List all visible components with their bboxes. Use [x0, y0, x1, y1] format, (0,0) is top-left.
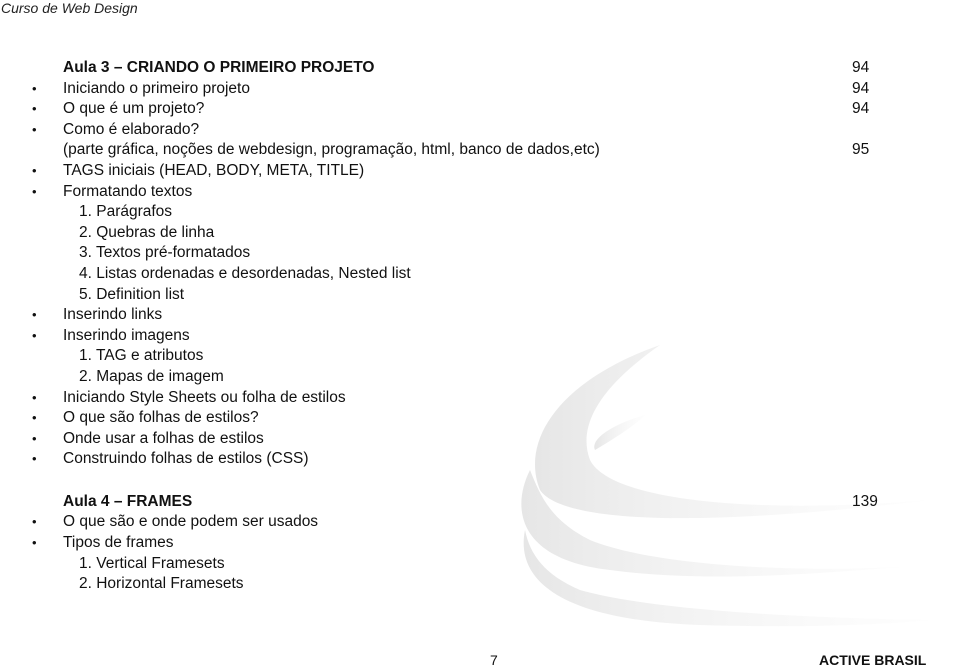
- toc-item-text: Inserindo links: [63, 306, 163, 324]
- footer-page-number: 7: [490, 652, 498, 668]
- toc-subitem: 2. Quebras de linha: [0, 223, 960, 244]
- bullet-icon: •: [32, 451, 37, 467]
- toc-item-text: 2. Horizontal Framesets: [79, 575, 244, 593]
- toc-item-page-number: 94: [852, 79, 870, 97]
- toc-subitem: 1. Parágrafos: [0, 202, 960, 223]
- bullet-icon: •: [32, 535, 37, 551]
- toc-item-page-number: 95: [852, 141, 870, 159]
- toc-item: • Iniciando Style Sheets ou folha de esti…: [0, 388, 960, 409]
- bullet-icon: •: [32, 121, 37, 137]
- toc-item-text: Iniciando o primeiro projeto: [63, 79, 250, 97]
- toc-item: • Onde usar a folhas de estilos: [0, 429, 960, 450]
- table-of-contents: Aula 3 – CRIANDO O PRIMEIRO PROJETO 94 • In…: [0, 58, 960, 595]
- toc-item-text: 3. Textos pré-formatados: [79, 244, 251, 262]
- toc-item-page-number: 94: [852, 100, 870, 118]
- toc-item: • Inserindo links: [0, 305, 960, 326]
- toc-subitem: 2. Horizontal Framesets: [0, 574, 960, 595]
- toc-item: • Como é elaborado?: [0, 120, 960, 141]
- section-heading-text: Aula 4 – FRAMES: [63, 492, 193, 510]
- toc-item-text: O que são folhas de estilos?: [63, 409, 259, 427]
- footer-brand: ACTIVE BRASIL: [819, 652, 927, 668]
- bullet-icon: •: [32, 410, 37, 426]
- toc-subitem: 5. Definition list: [0, 285, 960, 306]
- toc-item: • Iniciando o primeiro projeto 94: [0, 79, 960, 100]
- toc-item-text: 5. Definition list: [79, 285, 185, 303]
- toc-item-text: 4. Listas ordenadas e desordenadas, Nest…: [79, 264, 411, 282]
- toc-item: • Tipos de frames: [0, 533, 960, 554]
- section-page-number: 139: [852, 492, 878, 510]
- bullet-icon: •: [32, 101, 37, 117]
- toc-item: • Construindo folhas de estilos (CSS): [0, 449, 960, 470]
- toc-item: • Inserindo imagens: [0, 326, 960, 347]
- section-page-number: 94: [852, 59, 870, 76]
- toc-item-text: TAGS iniciais (HEAD, BODY, META, TITLE): [63, 161, 365, 179]
- toc-item-text: 2. Mapas de imagem: [79, 367, 224, 385]
- toc-item-text: Formatando textos: [63, 182, 193, 200]
- section-heading-text: Aula 3 – CRIANDO O PRIMEIRO PROJETO: [63, 59, 375, 76]
- toc-subitem: 4. Listas ordenadas e desordenadas, Nest…: [0, 264, 960, 285]
- toc-item: • TAGS iniciais (HEAD, BODY, META, TITLE): [0, 161, 960, 182]
- toc-item-text: O que são e onde podem ser usados: [63, 513, 319, 531]
- bullet-icon: •: [32, 80, 37, 96]
- toc-item: • Formatando textos: [0, 182, 960, 203]
- toc-item-text: Construindo folhas de estilos (CSS): [63, 450, 309, 468]
- bullet-icon: •: [32, 307, 37, 323]
- toc-item-text: Onde usar a folhas de estilos: [63, 429, 264, 447]
- toc-item-text: Inserindo imagens: [63, 326, 190, 344]
- bullet-icon: •: [32, 514, 37, 530]
- bullet-icon: •: [32, 183, 37, 199]
- toc-item-text: 1. Vertical Framesets: [79, 554, 225, 572]
- toc-item-text: 1. TAG e atributos: [79, 347, 204, 365]
- toc-item: • O que são e onde podem ser usados: [0, 512, 960, 533]
- toc-item-text: (parte gráfica, noções de webdesign, pro…: [63, 141, 600, 159]
- toc-subitem: 1. Vertical Framesets: [0, 554, 960, 575]
- toc-subitem: 1. TAG e atributos: [0, 346, 960, 367]
- toc-item-text: Tipos de frames: [63, 534, 174, 552]
- bullet-icon: •: [32, 430, 37, 446]
- toc-item-text: 2. Quebras de linha: [79, 223, 215, 241]
- toc-item: (parte gráfica, noções de webdesign, pro…: [0, 140, 960, 161]
- toc-subitem: 2. Mapas de imagem: [0, 367, 960, 388]
- toc-item: • O que são folhas de estilos?: [0, 408, 960, 429]
- section-heading: Aula 3 – CRIANDO O PRIMEIRO PROJETO 94: [0, 58, 960, 79]
- section-heading: Aula 4 – FRAMES 139: [0, 492, 960, 513]
- toc-item: • O que é um projeto? 94: [0, 99, 960, 120]
- bullet-icon: •: [32, 389, 37, 405]
- bullet-icon: •: [32, 162, 37, 178]
- toc-item-text: Iniciando Style Sheets ou folha de estil…: [63, 388, 346, 406]
- toc-item-text: Como é elaborado?: [63, 120, 200, 138]
- toc-item-text: O que é um projeto?: [63, 100, 205, 118]
- document-header-title: Curso de Web Design: [1, 0, 138, 16]
- toc-subitem: 3. Textos pré-formatados: [0, 243, 960, 264]
- toc-item-text: 1. Parágrafos: [79, 203, 173, 221]
- bullet-icon: •: [32, 327, 37, 343]
